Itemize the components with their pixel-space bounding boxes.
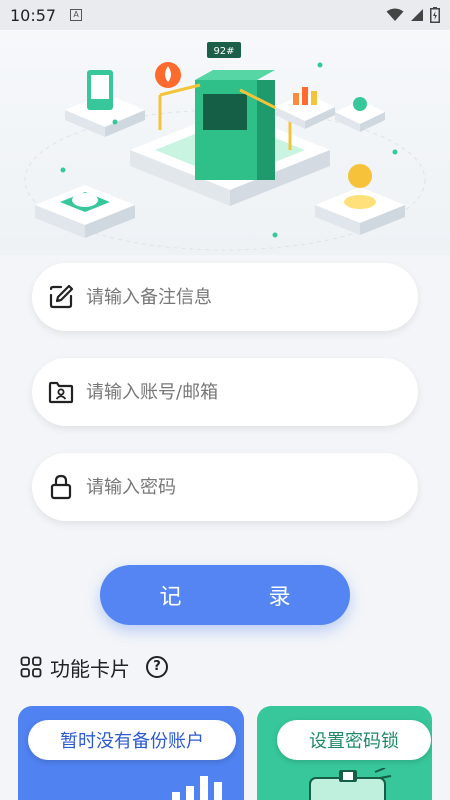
password-field[interactable] xyxy=(32,453,418,521)
backup-accounts-card[interactable]: 暂时没有备份账户 xyxy=(18,706,244,800)
notification-icon: A xyxy=(70,9,83,21)
note-input[interactable] xyxy=(86,286,386,308)
lock-device-icon xyxy=(309,768,392,800)
bar-chart-icon xyxy=(172,776,222,800)
grid-apps-icon xyxy=(20,656,42,678)
pump-label: 92# xyxy=(213,46,234,57)
account-input[interactable] xyxy=(86,381,386,403)
battery-icon xyxy=(430,7,440,23)
signal-icon xyxy=(411,9,423,21)
password-lock-card[interactable]: 设置密码锁 xyxy=(257,706,432,800)
hero-illustration: 92# xyxy=(0,30,450,255)
backup-accounts-label: 暂时没有备份账户 xyxy=(28,720,236,760)
account-field[interactable] xyxy=(32,358,418,426)
feature-cards-header: 功能卡片 ? xyxy=(20,653,168,681)
lock-icon xyxy=(46,472,76,502)
feature-cards-title: 功能卡片 xyxy=(50,656,130,681)
password-lock-label: 设置密码锁 xyxy=(277,720,431,760)
status-bar: 10:57 A xyxy=(0,0,450,30)
wifi-icon xyxy=(386,8,404,21)
contact-folder-icon xyxy=(46,377,76,407)
gas-station-illustration: 92# xyxy=(24,42,426,251)
status-time: 10:57 xyxy=(10,5,57,25)
edit-note-icon xyxy=(46,282,76,312)
status-icons xyxy=(386,7,440,23)
password-input[interactable] xyxy=(86,476,386,498)
note-field[interactable] xyxy=(32,263,418,331)
record-button[interactable]: 记 录 xyxy=(100,565,350,625)
help-icon[interactable]: ? xyxy=(146,656,168,678)
